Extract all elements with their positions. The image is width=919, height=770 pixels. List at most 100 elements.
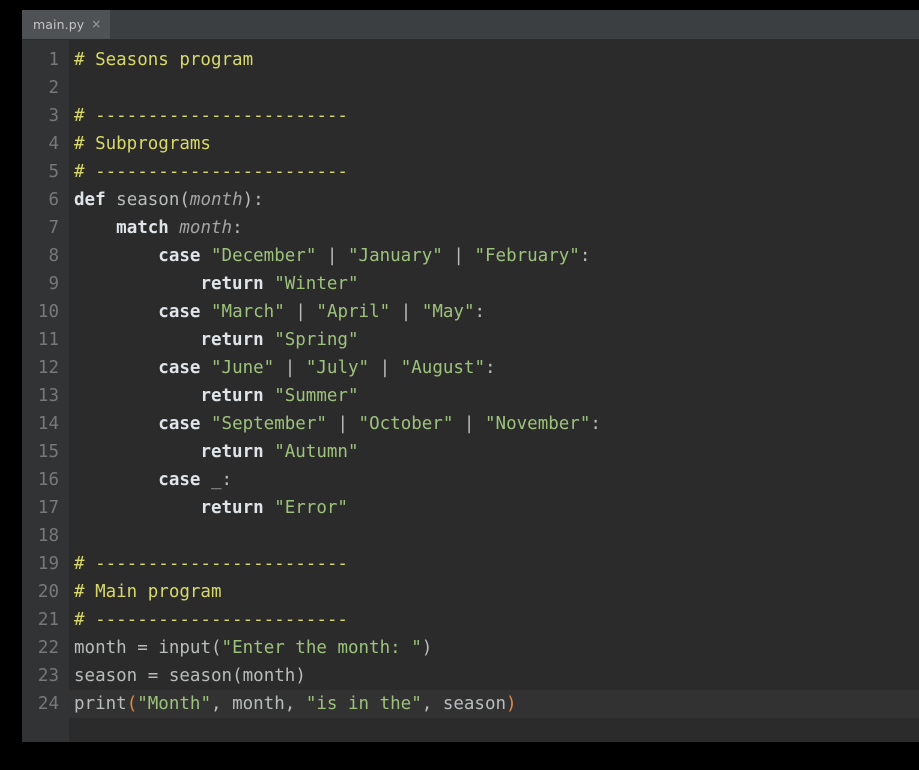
code-editor-window: main.py × 1 2 3 4 5 6 7 8 9 10 11 12 13 14 15 16 17 18 19 2…	[22, 10, 919, 742]
code-token-keyword: case	[158, 414, 201, 434]
code-line[interactable]: # Seasons program	[69, 46, 919, 74]
code-token-comment: # Subprograms	[74, 134, 211, 154]
code-line[interactable]: case _:	[69, 466, 919, 494]
code-token-pipe: |	[337, 414, 348, 434]
code-token-keyword: return	[200, 274, 264, 294]
code-token-plain: month	[232, 694, 285, 714]
code-line[interactable]: return "Error"	[69, 494, 919, 522]
code-token-punct: ,	[421, 694, 443, 714]
code-line[interactable]	[69, 74, 919, 102]
tab-bar-empty-area	[110, 10, 919, 39]
code-line[interactable]: case "March" | "April" | "May":	[69, 298, 919, 326]
code-token-plain: _	[211, 470, 222, 490]
code-line[interactable]: return "Summer"	[69, 382, 919, 410]
code-token-pipe: |	[284, 358, 296, 378]
code-token-punct: :	[485, 358, 496, 378]
code-token-plain: season	[74, 666, 148, 686]
code-line[interactable]: # ------------------------	[69, 102, 919, 130]
code-line[interactable]: return "Spring"	[69, 326, 919, 354]
code-line[interactable]: case "December" | "January" | "February"…	[69, 242, 919, 270]
code-line[interactable]: return "Autumn"	[69, 438, 919, 466]
code-line[interactable]: def season(month):	[69, 186, 919, 214]
code-token-punct: ):	[242, 190, 264, 210]
code-token-comment: # ------------------------	[74, 610, 348, 630]
code-line[interactable]: print("Month", month, "is in the", seaso…	[69, 690, 919, 718]
code-token-string: "February"	[474, 246, 580, 266]
code-token-comment: # ------------------------	[74, 106, 348, 126]
code-line[interactable]: season = season(month)	[69, 662, 919, 690]
line-number-gutter: 1 2 3 4 5 6 7 8 9 10 11 12 13 14 15 16 17 18 19 20 21 22 23 24	[22, 40, 69, 742]
code-token-pipe: |	[453, 246, 464, 266]
code-token-punct: :	[590, 414, 601, 434]
code-token-pipe: |	[326, 246, 338, 266]
code-line[interactable]: # Subprograms	[69, 130, 919, 158]
code-line[interactable]	[69, 522, 919, 550]
code-token-param: month	[189, 190, 243, 210]
code-line[interactable]: case "June" | "July" | "August":	[69, 354, 919, 382]
code-token-comment: # Main program	[74, 582, 222, 602]
line-number: 10	[37, 302, 59, 322]
code-token-string: "January"	[348, 246, 443, 266]
code-token-keyword: return	[200, 442, 264, 462]
line-number: 7	[48, 218, 59, 238]
line-number: 12	[37, 358, 59, 378]
line-number: 6	[48, 190, 59, 210]
code-token-keyword: def	[74, 190, 106, 210]
code-line[interactable]: month = input("Enter the month: ")	[69, 634, 919, 662]
line-number: 20	[37, 582, 59, 602]
editor-body[interactable]: 1 2 3 4 5 6 7 8 9 10 11 12 13 14 15 16 17 18 19 20 21 22 23 24 …	[22, 40, 919, 742]
code-line[interactable]: # ------------------------	[69, 158, 919, 186]
code-line[interactable]: # ------------------------	[69, 606, 919, 634]
code-token-string: "Error"	[274, 498, 348, 518]
code-token-string: "April"	[316, 302, 391, 322]
code-token-string: "Enter the month: "	[221, 638, 422, 658]
code-line[interactable]: # ------------------------	[69, 550, 919, 578]
code-line[interactable]: return "Winter"	[69, 270, 919, 298]
code-line[interactable]: case "September" | "October" | "November…	[69, 410, 919, 438]
code-token-punct: :	[474, 302, 486, 322]
line-number: 24	[37, 694, 59, 714]
code-token-string: "Summer"	[274, 386, 359, 406]
code-token-func: input	[158, 638, 211, 658]
code-token-string: "August"	[400, 358, 486, 378]
line-number: 19	[37, 554, 59, 574]
code-token-string: "Month"	[137, 694, 211, 714]
code-token-string: "October"	[358, 414, 454, 434]
code-line[interactable]: # Main program	[69, 578, 919, 606]
editor-tab-main-py[interactable]: main.py ×	[22, 10, 111, 39]
line-number: 21	[37, 610, 59, 630]
code-token-punct: :	[579, 246, 591, 266]
line-number: 1	[48, 50, 59, 70]
code-token-punct: :	[232, 218, 243, 238]
close-icon[interactable]: ×	[91, 18, 101, 31]
code-line[interactable]: match month:	[69, 214, 919, 242]
line-number: 11	[37, 330, 59, 350]
code-area[interactable]: # Seasons program # --------------------…	[69, 40, 919, 742]
code-token-keyword: case	[158, 246, 201, 266]
code-token-string: "July"	[305, 358, 370, 378]
line-number: 23	[37, 666, 59, 686]
code-token-punct: )	[421, 638, 433, 658]
code-token-keyword: case	[158, 302, 201, 322]
